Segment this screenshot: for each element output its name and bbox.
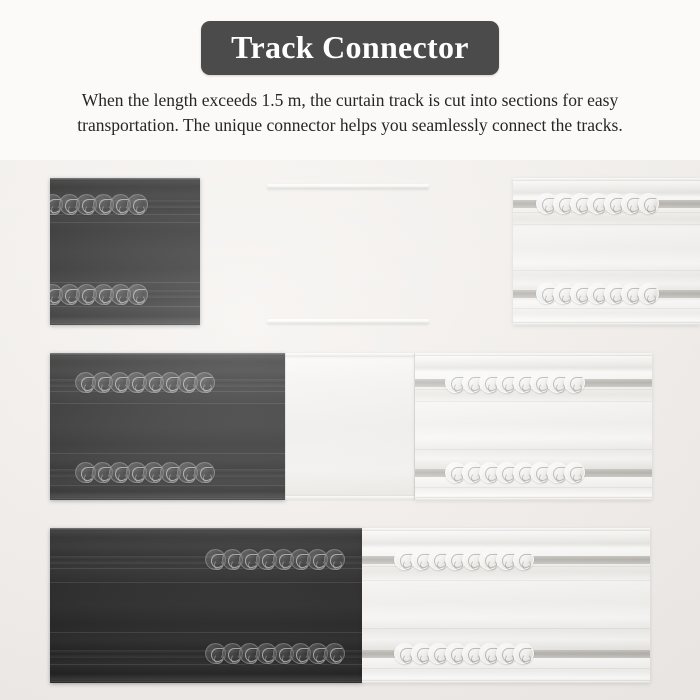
description-text: When the length exceeds 1.5 m, the curta… (77, 90, 623, 135)
black-curtain-track-top-left (50, 178, 200, 325)
track-groove (50, 306, 200, 307)
track-groove (415, 389, 652, 390)
track-groove (50, 403, 285, 404)
track-groove (50, 568, 362, 569)
track-top-lip (50, 353, 285, 356)
black-curtain-track-bottom-left (50, 528, 362, 683)
track-groove (50, 282, 200, 283)
glider-rail (50, 200, 200, 208)
track-bottom-lip (362, 680, 650, 683)
track-groove (415, 401, 652, 402)
track-groove (50, 222, 200, 223)
connector-edge-rail-top (285, 353, 415, 357)
track-groove (362, 668, 650, 669)
track-bottom-lip (415, 497, 652, 500)
connector-seam-left (285, 353, 286, 500)
track-groove (415, 487, 652, 488)
glider-rail (415, 379, 652, 387)
track-top-lip (50, 178, 200, 181)
black-curtain-track-mid-left (50, 353, 285, 500)
track-groove (50, 453, 285, 454)
track-top-lip (415, 353, 652, 356)
track-groove (50, 632, 362, 633)
page-title: Track Connector (231, 29, 469, 65)
glider-rail (50, 469, 285, 477)
track-groove (415, 449, 652, 450)
track-groove (513, 270, 700, 271)
connector-rail-lower (267, 319, 429, 324)
white-curtain-track-mid-right (415, 353, 652, 500)
track-groove (50, 214, 200, 215)
glider-rail (50, 290, 200, 298)
track-groove (513, 224, 700, 225)
title-badge: Track Connector (201, 21, 499, 75)
glider-rail (50, 379, 285, 387)
glider-rail (362, 650, 650, 658)
track-groove (513, 212, 700, 213)
connector-rail-upper (267, 184, 429, 189)
glider-rail (513, 200, 700, 208)
track-groove (50, 582, 362, 583)
glider-rail (362, 556, 650, 564)
track-top-lip (513, 178, 700, 181)
glider-rail (513, 290, 700, 298)
track-top-lip (50, 528, 362, 531)
track-top-lip (362, 528, 650, 531)
track-connector-body (285, 353, 415, 500)
connector-edge-rail-bottom (285, 496, 415, 500)
white-curtain-track-top-right (513, 178, 700, 325)
track-groove (50, 391, 285, 392)
glider-rail (50, 556, 362, 564)
product-photo-area (0, 160, 700, 700)
track-groove (362, 580, 650, 581)
glider-rail (50, 650, 362, 658)
track-groove (362, 566, 650, 567)
track-groove (362, 628, 650, 629)
glider-rail (415, 469, 652, 477)
track-bottom-lip (50, 322, 200, 325)
header-section: Track Connector When the length exceeds … (0, 0, 700, 170)
white-curtain-track-bottom-right (362, 528, 650, 683)
track-bottom-lip (50, 497, 285, 500)
track-groove (513, 308, 700, 309)
track-groove (50, 664, 362, 665)
track-bottom-lip (50, 680, 362, 683)
track-groove (50, 485, 285, 486)
product-feature-image: Track Connector When the length exceeds … (0, 0, 700, 700)
track-bottom-lip (513, 322, 700, 325)
